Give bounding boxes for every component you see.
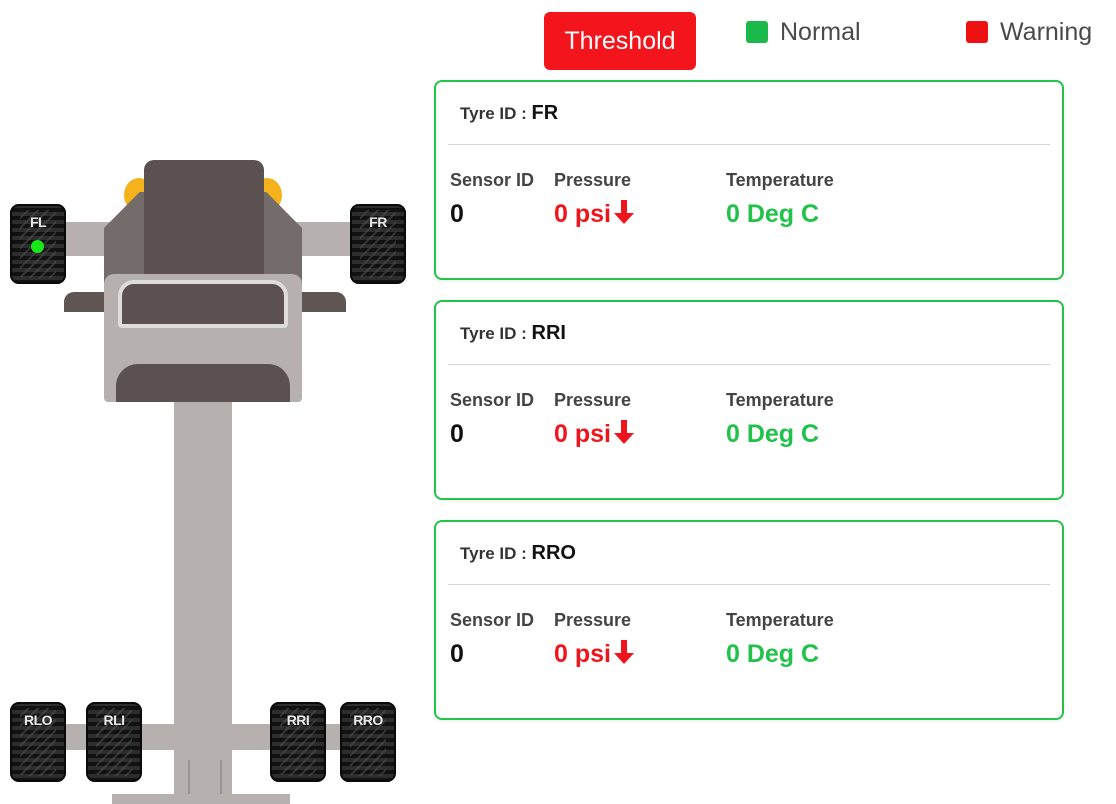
pressure-value: 0 psi [554, 420, 611, 448]
cab-roof [116, 364, 290, 402]
tyre-label-rli: RLI [103, 712, 125, 728]
card-title: Tyre ID : FR [460, 102, 558, 125]
legend-normal-label: Normal [780, 17, 861, 46]
pressure-label: Pressure [554, 390, 632, 410]
cab-step-right [296, 292, 346, 312]
temperature-value: 0 Deg C [726, 640, 820, 668]
card-divider [448, 364, 1050, 365]
pressure-value-group: 0 psi [554, 200, 635, 229]
down-arrow-icon [613, 420, 634, 444]
tyre-rli[interactable]: RLI [86, 702, 142, 782]
pressure-value: 0 psi [554, 200, 611, 228]
sensor-id-value: 0 [450, 420, 464, 448]
tyre-label-fr: FR [369, 214, 387, 230]
tyre-rri[interactable]: RRI [270, 702, 326, 782]
sensor-id-value: 0 [450, 640, 464, 668]
temperature-value: 0 Deg C [726, 420, 820, 448]
temperature-value: 0 Deg C [726, 200, 820, 228]
tyre-card-fr[interactable]: Tyre ID : FR Sensor ID Pressure Temperat… [434, 80, 1064, 280]
vehicle-diagram: FL FR RLO RLI RRI RRO [0, 0, 420, 804]
tyre-card-rro[interactable]: Tyre ID : RRO Sensor ID Pressure Tempera… [434, 520, 1064, 720]
tyre-card-rri[interactable]: Tyre ID : RRI Sensor ID Pressure Tempera… [434, 300, 1064, 500]
card-divider [448, 144, 1050, 145]
sensor-id-label: Sensor ID [450, 390, 535, 410]
tyre-id-value: RRO [531, 542, 576, 564]
normal-swatch-icon [746, 21, 768, 43]
temperature-label: Temperature [726, 170, 834, 190]
down-arrow-icon [613, 640, 634, 664]
legend-normal: Normal [746, 16, 861, 48]
tyre-label-rri: RRI [286, 712, 310, 728]
temperature-label: Temperature [726, 610, 834, 630]
warning-swatch-icon [966, 21, 988, 43]
sensor-id-value: 0 [450, 200, 464, 228]
tyre-label-fl: FL [29, 214, 47, 230]
card-divider [448, 584, 1050, 585]
tpms-dashboard: FL FR RLO RLI RRI RRO Threshold Normal W… [0, 0, 1116, 804]
tyre-id-label: Tyre ID : [460, 104, 527, 123]
temperature-label: Temperature [726, 390, 834, 410]
pressure-value-group: 0 psi [554, 640, 635, 669]
card-title: Tyre ID : RRI [460, 322, 566, 345]
tyre-fr[interactable]: FR [350, 204, 406, 284]
threshold-button[interactable]: Threshold [544, 12, 696, 70]
pressure-value-group: 0 psi [554, 420, 635, 449]
legend-warning-label: Warning [1000, 17, 1093, 46]
tyre-fl[interactable]: FL [10, 204, 66, 284]
rear-bumper [112, 794, 290, 804]
tyre-label-rro: RRO [353, 712, 383, 728]
sensor-id-label: Sensor ID [450, 170, 535, 190]
legend-warning: Warning [966, 16, 1092, 48]
tyre-label-rlo: RLO [23, 712, 53, 728]
card-title: Tyre ID : RRO [460, 542, 576, 565]
tyre-id-value: FR [531, 102, 559, 124]
tyre-id-label: Tyre ID : [460, 324, 527, 343]
cab-window [118, 280, 288, 328]
tyre-id-label: Tyre ID : [460, 544, 527, 563]
down-arrow-icon [613, 200, 634, 224]
sensor-id-label: Sensor ID [450, 610, 535, 630]
chassis-detail [188, 760, 222, 794]
tyre-rlo[interactable]: RLO [10, 702, 66, 782]
tyre-rro[interactable]: RRO [340, 702, 396, 782]
tyre-id-value: RRI [531, 322, 566, 344]
pressure-label: Pressure [554, 610, 632, 630]
pressure-label: Pressure [554, 170, 632, 190]
engine-hood [144, 160, 264, 286]
pressure-value: 0 psi [554, 640, 611, 668]
tyre-status-dot [31, 240, 44, 253]
